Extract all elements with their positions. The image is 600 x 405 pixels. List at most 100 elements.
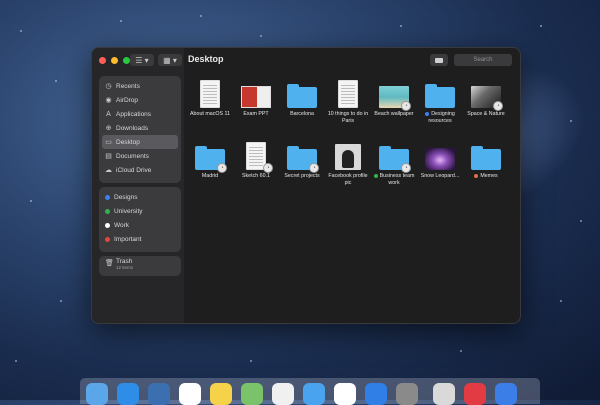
dock-app-store-icon[interactable] xyxy=(365,383,387,405)
file-item[interactable]: About macOS 11 xyxy=(188,80,232,118)
sidebar-item-documents[interactable]: ▤ Documents xyxy=(99,149,181,163)
dock-photos-icon[interactable] xyxy=(272,383,294,405)
star xyxy=(260,35,262,37)
file-name: Business team work xyxy=(379,173,415,186)
sidebar-tag-designs[interactable]: Designs xyxy=(99,190,181,204)
image-icon: ◔ xyxy=(471,80,503,111)
dock-system-preferences-icon[interactable] xyxy=(396,383,418,405)
grid-view-button[interactable]: ▦ ▾ xyxy=(158,54,182,66)
image-icon xyxy=(425,142,455,170)
dock-messenger-icon[interactable] xyxy=(495,383,517,405)
sidebar-item-label: Desktop xyxy=(116,138,140,146)
dock-news-icon[interactable] xyxy=(464,383,486,405)
documents-icon: ▤ xyxy=(105,153,112,160)
file-name: Secret projects xyxy=(284,173,320,179)
sidebar-tag-university[interactable]: University xyxy=(99,204,181,218)
dock-music-icon[interactable] xyxy=(334,383,356,405)
list-view-button[interactable]: ☰ ▾ xyxy=(130,54,154,66)
search-input[interactable]: Search xyxy=(454,54,512,66)
window-controls xyxy=(99,57,130,64)
star xyxy=(570,120,572,122)
sidebar-item-icloud-drive[interactable]: ☁ iCloud Drive xyxy=(99,163,181,177)
file-item[interactable]: ◔ Beach wallpaper xyxy=(372,80,416,118)
sidebar-tag-work[interactable]: Work xyxy=(99,218,181,232)
sidebar-tag-label: Important xyxy=(114,235,142,243)
file-label: Madrid xyxy=(188,173,232,180)
dock-mail-icon[interactable] xyxy=(148,383,170,405)
file-item[interactable]: Snow Leopard... xyxy=(418,142,462,180)
tag-dot-icon xyxy=(105,208,110,214)
sidebar-item-airdrop[interactable]: ◉ AirDrop xyxy=(99,93,181,107)
document-icon: ◔ xyxy=(241,142,273,173)
dock-calendar-icon[interactable] xyxy=(179,383,201,405)
sidebar-item-applications[interactable]: A Applications xyxy=(99,107,181,121)
dock-finder-icon[interactable] xyxy=(86,383,108,405)
file-label: Facebook profile pic xyxy=(326,173,370,187)
file-name: Barcelona xyxy=(290,111,314,117)
sidebar-item-recents[interactable]: ◷ Recents xyxy=(99,79,181,93)
star xyxy=(120,20,122,22)
file-label: Space & Nature xyxy=(464,111,508,118)
cloud-status-icon: ◔ xyxy=(263,163,273,173)
file-label: Business team work xyxy=(372,173,416,187)
file-name: Memes xyxy=(480,173,498,179)
dock-preview-icon[interactable] xyxy=(433,383,455,405)
trash-icon: 🗑 xyxy=(105,260,114,267)
folder-icon: ◔ xyxy=(287,142,319,173)
folder-icon xyxy=(471,142,501,170)
sidebar-trash[interactable]: 🗑 Trash 12 items xyxy=(99,256,181,276)
tag-dot-icon xyxy=(105,222,110,228)
sidebar-item-trash[interactable]: 🗑 Trash 12 items xyxy=(99,256,181,279)
close-button[interactable] xyxy=(99,57,106,64)
file-name: Designing resources xyxy=(428,111,455,124)
thumbnail xyxy=(425,148,455,170)
star xyxy=(60,300,62,302)
thumbnail xyxy=(471,146,501,170)
star xyxy=(20,30,22,32)
file-item[interactable]: 10 things to do in Paris xyxy=(326,80,370,125)
folder-icon: ◔ xyxy=(195,142,227,173)
file-item[interactable]: Memes xyxy=(464,142,508,180)
star xyxy=(580,220,582,222)
file-name: Space & Nature xyxy=(467,111,505,117)
file-item[interactable]: ◔ Sketch 60.1 xyxy=(234,142,278,180)
star xyxy=(15,360,17,362)
sidebar-item-label: Downloads xyxy=(116,124,149,132)
file-label: Memes xyxy=(464,173,508,180)
folder-icon xyxy=(425,80,455,108)
star xyxy=(200,15,202,17)
cloud-status-icon: ◔ xyxy=(401,163,411,173)
dock-safari-icon[interactable] xyxy=(117,383,139,405)
tag-dot-icon xyxy=(474,173,479,178)
toolbar: ☰ ▾ ▦ ▾ Desktop Search xyxy=(92,48,520,72)
minimize-button[interactable] xyxy=(111,57,118,64)
toggle-button[interactable] xyxy=(430,54,448,66)
sidebar-tag-label: Work xyxy=(114,221,130,229)
file-label: Snow Leopard... xyxy=(418,173,462,180)
dock-messages-icon[interactable] xyxy=(303,383,325,405)
sidebar-item-desktop[interactable]: ▭ Desktop xyxy=(102,135,178,149)
file-name: Madrid xyxy=(201,173,219,179)
file-item[interactable]: ◔ Business team work xyxy=(372,142,416,187)
sidebar-tag-important[interactable]: Important xyxy=(99,232,181,246)
cloud-icon: ☁ xyxy=(105,167,112,174)
star xyxy=(560,300,562,302)
sidebar-item-downloads[interactable]: ⊕ Downloads xyxy=(99,121,181,135)
thumbnail xyxy=(338,80,358,108)
file-label: 10 things to do in Paris xyxy=(326,111,370,125)
window-title: Desktop xyxy=(188,54,224,64)
file-item[interactable]: ◔ Madrid xyxy=(188,142,232,180)
folder-icon xyxy=(287,80,317,108)
file-item[interactable]: Facebook profile pic xyxy=(326,142,370,187)
file-item[interactable]: Exam PPT xyxy=(234,80,278,118)
file-item[interactable]: ◔ Secret projects xyxy=(280,142,324,180)
file-name: Facebook profile pic xyxy=(328,173,368,186)
file-item[interactable]: Barcelona xyxy=(280,80,324,118)
sidebar-item-label: AirDrop xyxy=(116,96,139,104)
sidebar-tag-label: University xyxy=(114,207,143,215)
zoom-button[interactable] xyxy=(123,57,130,64)
file-item[interactable]: Designing resources xyxy=(418,80,462,125)
file-item[interactable]: ◔ Space & Nature xyxy=(464,80,508,118)
dock-maps-icon[interactable] xyxy=(241,383,263,405)
dock-notes-icon[interactable] xyxy=(210,383,232,405)
